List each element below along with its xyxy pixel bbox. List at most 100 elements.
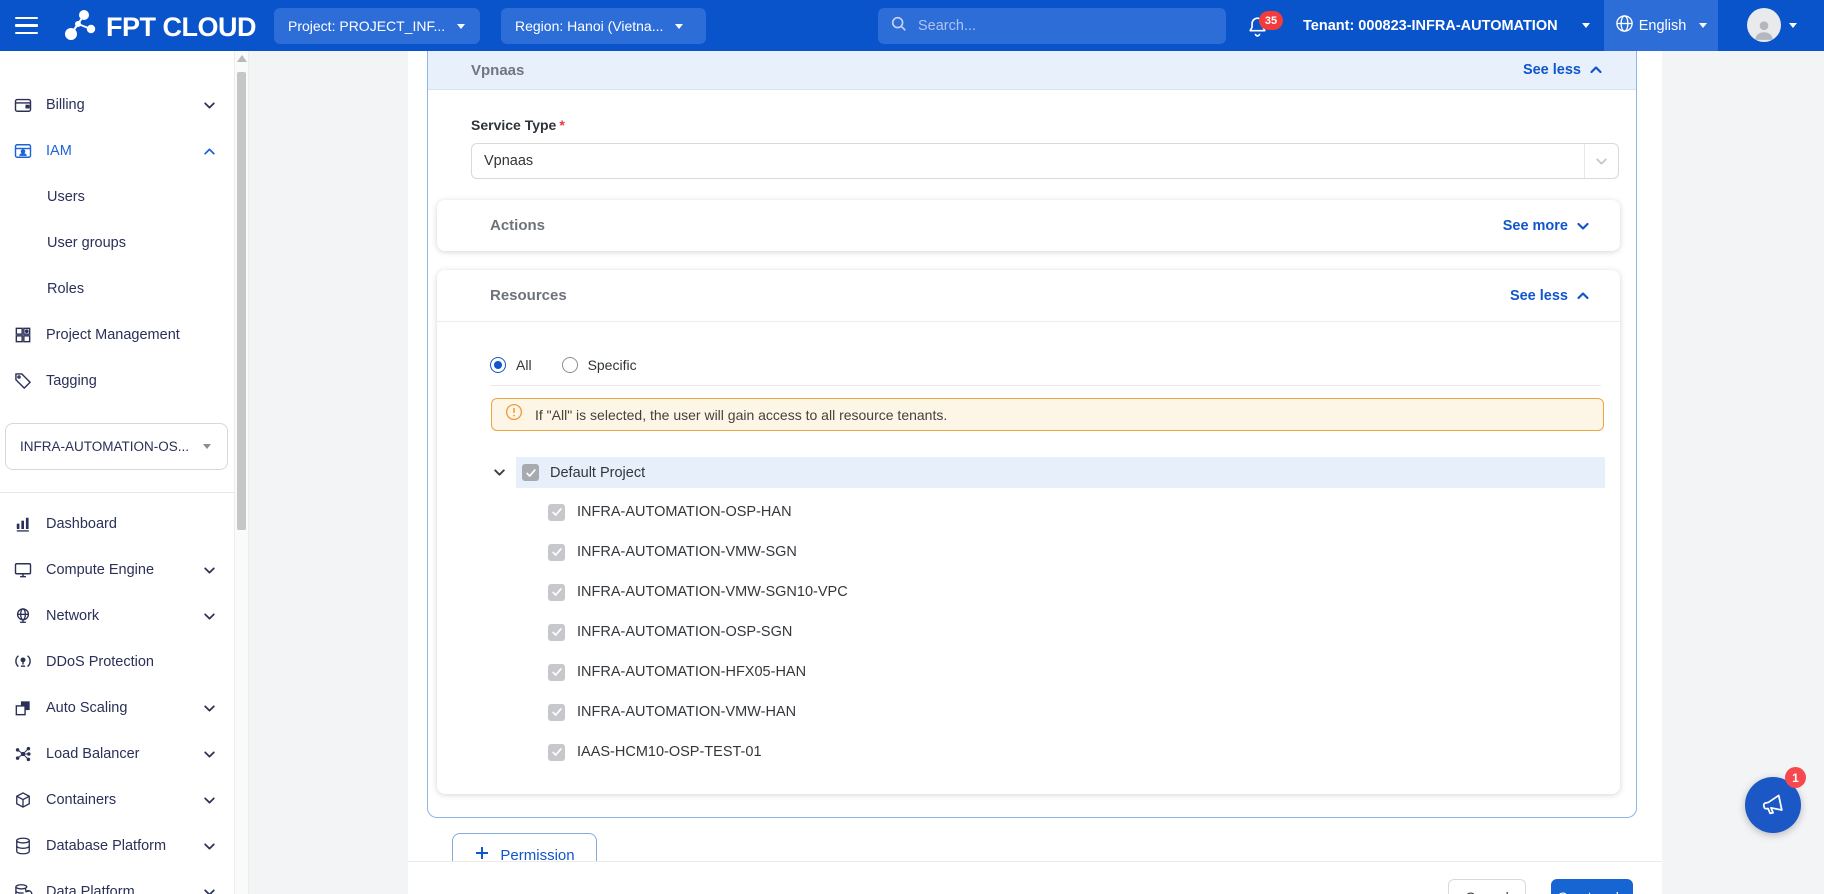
sidebar-item-ddos-protection[interactable]: DDoS Protection — [0, 639, 234, 685]
caret-down-icon — [457, 24, 465, 29]
avatar — [1747, 8, 1781, 42]
sidebar-item-auto-scaling[interactable]: Auto Scaling — [0, 685, 234, 731]
account-menu[interactable] — [1747, 8, 1797, 42]
billing-icon — [13, 95, 33, 115]
create-role-button[interactable]: Create role — [1551, 879, 1633, 894]
resource-item: INFRA-AUTOMATION-VMW-SGN — [437, 532, 1620, 572]
caret-down-icon — [1789, 23, 1797, 28]
cancel-button[interactable]: Cancel — [1448, 879, 1526, 894]
section-title: Vpnaas — [471, 62, 524, 79]
data-platform-icon — [13, 882, 33, 894]
sidebar-item-dashboard[interactable]: Dashboard — [0, 501, 234, 547]
sidebar-item-network[interactable]: Network — [0, 593, 234, 639]
project-management-icon — [13, 325, 33, 345]
top-navbar: FPT CLOUD Project: PROJECT_INF... Region… — [0, 0, 1824, 51]
chevron-down-icon — [203, 564, 216, 577]
database-platform-icon — [13, 836, 33, 856]
network-icon — [13, 606, 33, 626]
checkbox-checked-disabled-icon — [548, 544, 565, 561]
iam-icon — [13, 141, 33, 161]
permission-panel: Vpnaas See less Service Type* Vpnaas Act… — [427, 51, 1637, 818]
sidebar-item-roles[interactable]: Roles — [0, 266, 234, 312]
fpt-cloud-logo: FPT CLOUD — [62, 7, 256, 48]
caret-down-icon — [675, 24, 683, 29]
tree-parent-row: Default Project — [516, 457, 1605, 488]
resource-item: INFRA-AUTOMATION-VMW-HAN — [437, 692, 1620, 732]
service-type-label: Service Type* — [471, 117, 565, 133]
tree-parent-label: Default Project — [550, 465, 645, 481]
caret-down-icon — [1582, 23, 1590, 28]
radio-all-label: All — [516, 357, 532, 373]
checkbox-checked-disabled-icon — [548, 584, 565, 601]
radio-specific-label: Specific — [588, 357, 637, 373]
required-asterisk: * — [559, 117, 564, 133]
chevron-down-icon — [203, 99, 216, 112]
sidebar-project-selector[interactable]: INFRA-AUTOMATION-OS... — [5, 423, 228, 470]
scrollbar-up-arrow[interactable] — [237, 55, 247, 62]
language-dropdown[interactable]: English — [1604, 0, 1718, 51]
warning-icon — [505, 403, 523, 426]
resource-scope-radios: All Specific — [490, 350, 657, 380]
chevron-down-icon — [203, 748, 216, 761]
load-balancer-icon — [13, 744, 33, 764]
footer-action-bar: Cancel Create role — [408, 861, 1662, 894]
see-less-button[interactable]: See less — [1523, 62, 1603, 78]
sidebar-scrollbar[interactable] — [234, 51, 249, 894]
resource-item: INFRA-AUTOMATION-OSP-HAN — [437, 492, 1620, 532]
globe-icon — [1615, 14, 1634, 37]
warning-text: If "All" is selected, the user will gain… — [535, 407, 947, 423]
molecule-logo-icon — [62, 7, 98, 48]
sidebar-item-containers[interactable]: Containers — [0, 777, 234, 823]
radio-specific[interactable] — [562, 357, 578, 373]
hamburger-menu-icon[interactable] — [12, 13, 42, 38]
caret-down-icon — [1699, 23, 1707, 28]
see-more-button[interactable]: See more — [1503, 218, 1590, 234]
warning-alert: If "All" is selected, the user will gain… — [491, 398, 1604, 431]
chevron-down-icon — [203, 886, 216, 894]
chevron-up-icon — [203, 145, 216, 158]
sidebar-item-iam[interactable]: IAM — [0, 128, 234, 174]
resource-item: IAAS-HCM10-OSP-TEST-01 — [437, 732, 1620, 772]
notification-count-badge: 35 — [1259, 11, 1283, 30]
service-type-value: Vpnaas — [484, 153, 533, 169]
tenant-dropdown[interactable]: Tenant: 000823-INFRA-AUTOMATION — [1303, 0, 1590, 51]
checkbox-checked-disabled-icon — [548, 744, 565, 761]
announcements-button[interactable]: 1 — [1745, 777, 1801, 833]
radio-all[interactable] — [490, 357, 506, 373]
see-less-button[interactable]: See less — [1510, 288, 1590, 304]
checkbox-checked-disabled-icon — [548, 704, 565, 721]
resource-item: INFRA-AUTOMATION-HFX05-HAN — [437, 652, 1620, 692]
notifications-button[interactable]: 35 — [1245, 13, 1287, 47]
service-type-select[interactable]: Vpnaas — [471, 143, 1619, 179]
sidebar-item-load-balancer[interactable]: Load Balancer — [0, 731, 234, 777]
sidebar-item-tagging[interactable]: Tagging — [0, 358, 234, 404]
tree-expand-caret-icon[interactable] — [493, 466, 506, 479]
logo-text: FPT CLOUD — [106, 12, 256, 43]
chevron-down-icon — [1584, 144, 1618, 178]
megaphone-icon — [1756, 788, 1789, 821]
ddos-protection-icon — [13, 652, 33, 672]
checkbox-checked-disabled-icon — [548, 624, 565, 641]
checkbox-checked-disabled-icon — [548, 504, 565, 521]
announcement-count-badge: 1 — [1785, 767, 1806, 788]
chevron-down-icon — [203, 794, 216, 807]
sidebar-item-billing[interactable]: Billing — [0, 82, 234, 128]
resource-tree: Default Project INFRA-AUTOMATION-OSP-HAN… — [437, 457, 1620, 772]
sidebar-item-user-groups[interactable]: User groups — [0, 220, 234, 266]
actions-title: Actions — [490, 217, 545, 234]
sidebar-item-compute-engine[interactable]: Compute Engine — [0, 547, 234, 593]
sidebar-item-users[interactable]: Users — [0, 174, 234, 220]
resource-item: INFRA-AUTOMATION-VMW-SGN10-VPC — [437, 572, 1620, 612]
scrollbar-thumb[interactable] — [237, 72, 246, 530]
actions-card: Actions See more — [437, 200, 1620, 251]
project-selector-dropdown[interactable]: Project: PROJECT_INF... — [274, 8, 480, 44]
search-input[interactable] — [918, 18, 1198, 34]
region-selector-dropdown[interactable]: Region: Hanoi (Vietna... — [501, 8, 706, 44]
sidebar-item-database-platform[interactable]: Database Platform — [0, 823, 234, 869]
sidebar-item-project-management[interactable]: Project Management — [0, 312, 234, 358]
auto-scaling-icon — [13, 698, 33, 718]
chevron-down-icon — [203, 610, 216, 623]
checkbox-checked-disabled-icon — [548, 664, 565, 681]
sidebar-item-data-platform[interactable]: Data Platform — [0, 869, 234, 894]
sidebar-nav: Billing IAM Users User groups Role — [0, 51, 234, 894]
